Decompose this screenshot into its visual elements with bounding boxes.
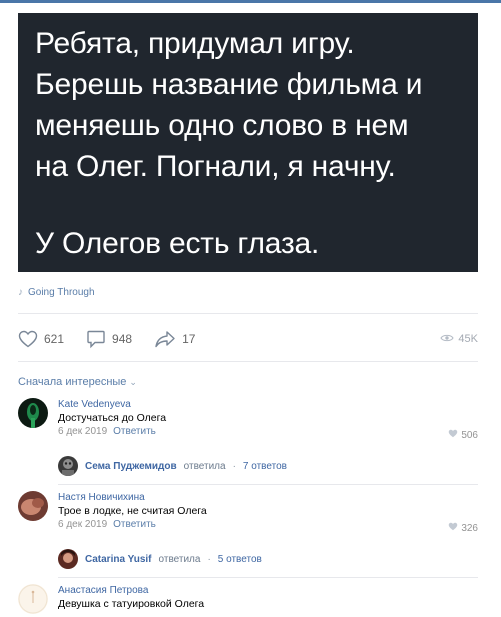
reply-author[interactable]: Сема Пуджемидов <box>85 461 177 472</box>
heart-icon <box>448 429 458 441</box>
image-text-line: Ребята, придумал игру. <box>35 27 355 60</box>
divider <box>18 361 478 362</box>
avatar[interactable] <box>58 456 78 476</box>
comment-count: 948 <box>112 332 133 346</box>
post-image[interactable]: Ребята, придумал игру. Берешь название ф… <box>18 13 478 272</box>
comment-author[interactable]: Kate Vedenyeva <box>58 398 478 411</box>
share-button[interactable]: 17 <box>154 330 195 348</box>
image-punchline: У Олегов есть глаза. <box>35 227 320 260</box>
reply-button[interactable]: Ответить <box>113 425 156 439</box>
replied-label: ответила <box>183 460 226 472</box>
comment-author[interactable]: Анастасия Петрова <box>58 584 478 597</box>
avatar[interactable] <box>18 584 48 614</box>
comments-sort-dropdown[interactable]: Сначала интересные ⌄ <box>18 376 137 388</box>
comment-like-button[interactable]: 326 <box>448 522 478 534</box>
post-actions-bar: 621 948 17 45K <box>18 328 478 350</box>
comment-like-count: 506 <box>461 429 478 441</box>
sort-label: Сначала интересные <box>18 376 127 388</box>
replies-thread-link[interactable]: Сема Пуджемидов ответила · 7 ответов <box>58 455 287 477</box>
replies-thread-link[interactable]: Catarina Yusif ответила · 5 ответов <box>58 548 262 570</box>
avatar[interactable] <box>58 549 78 569</box>
share-count: 17 <box>182 332 196 346</box>
divider <box>18 313 478 314</box>
audio-title: Going Through <box>28 286 95 298</box>
comment-date[interactable]: 6 дек 2019 <box>58 425 107 439</box>
like-button[interactable]: 621 <box>18 330 64 348</box>
comment-icon <box>86 329 106 349</box>
image-text-line: на Олег. Погнали, я начну. <box>35 150 396 183</box>
music-note-icon: ♪ <box>18 286 23 298</box>
image-text-line: меняешь одно слово в нем <box>35 109 409 142</box>
eye-icon <box>440 333 455 346</box>
top-accent-bar <box>0 0 501 3</box>
replies-count[interactable]: 7 ответов <box>243 461 287 472</box>
reply-author[interactable]: Catarina Yusif <box>85 554 152 565</box>
avatar[interactable] <box>18 491 48 521</box>
like-count: 621 <box>44 332 65 346</box>
replies-count[interactable]: 5 ответов <box>218 554 262 565</box>
replied-label: ответила <box>158 553 201 565</box>
separator-dot: · <box>232 460 236 472</box>
comment-button[interactable]: 948 <box>86 329 132 349</box>
views-counter: 45K <box>440 333 478 346</box>
image-text-line: Берешь название фильма и <box>35 68 423 101</box>
comment-text: Трое в лодке, не считая Олега <box>58 505 207 517</box>
separator-dot: · <box>207 553 211 565</box>
heart-icon <box>448 522 458 534</box>
comment-date[interactable]: 6 дек 2019 <box>58 518 107 532</box>
divider <box>58 484 478 485</box>
avatar[interactable] <box>18 398 48 428</box>
comment-like-button[interactable]: 506 <box>448 429 478 441</box>
comment-author[interactable]: Настя Новичихина <box>58 491 478 504</box>
audio-attachment[interactable]: ♪ Going Through <box>18 285 95 299</box>
chevron-down-icon: ⌄ <box>129 376 137 387</box>
divider <box>58 577 478 578</box>
comment-like-count: 326 <box>461 522 478 534</box>
views-count: 45K <box>458 333 478 345</box>
reply-button[interactable]: Ответить <box>113 518 156 532</box>
heart-icon <box>18 330 38 348</box>
share-arrow-icon <box>154 330 176 348</box>
comment-text: Девушка с татуировкой Олега <box>58 598 205 610</box>
comment-text: Достучаться до Олега <box>58 412 167 424</box>
